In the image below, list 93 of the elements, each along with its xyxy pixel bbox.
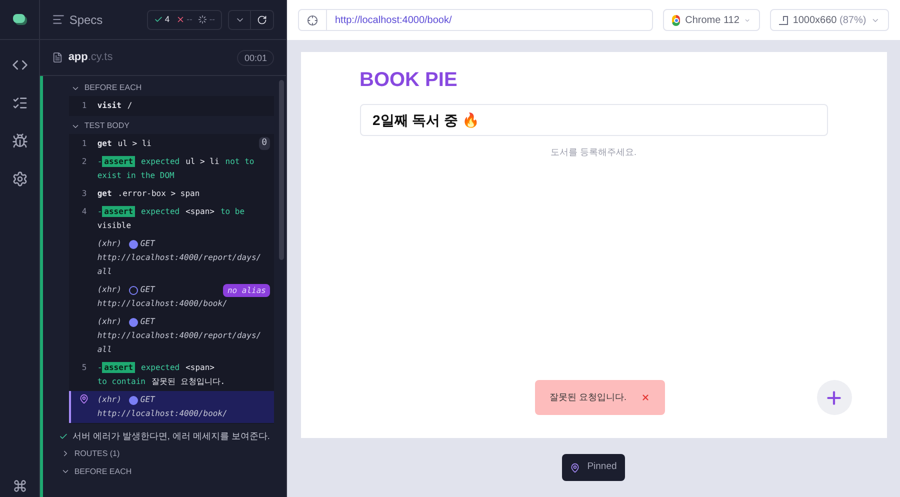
- scrollbar-thumb[interactable]: [279, 80, 284, 260]
- assert-badge: assert: [102, 362, 136, 373]
- assertion-value: visible: [97, 220, 132, 232]
- assertion-value: .error-box > span: [118, 188, 200, 200]
- assertion-value: ul > li: [186, 156, 220, 168]
- pin-icon: [570, 462, 580, 472]
- command-log-row[interactable]: 5 - assert expected <span> to contain 잘못된 요청입니다.: [69, 359, 274, 391]
- line-number: 2: [80, 156, 88, 168]
- request-method: GET: [140, 284, 155, 296]
- request-method: GET: [140, 238, 155, 250]
- file-icon: [52, 52, 64, 63]
- panel-title: Specs: [69, 12, 103, 28]
- request-method: GET: [140, 394, 155, 406]
- command-name: visit: [97, 101, 122, 110]
- command-log-row[interactable]: 3 get .error-box > span: [69, 185, 274, 203]
- ruler-icon: [779, 16, 788, 24]
- assert-badge: assert: [102, 206, 136, 217]
- browser-select[interactable]: Chrome 112: [663, 9, 760, 31]
- section-header[interactable]: BEFORE EACH: [69, 80, 142, 96]
- command-name: get: [97, 139, 112, 148]
- assertion-keyword: expected: [141, 156, 180, 168]
- alias-badge: no alias: [223, 284, 270, 296]
- assertion-value: 잘못된 요청입니다.: [151, 376, 226, 388]
- pass-icon: [154, 15, 163, 24]
- pending-count: --: [209, 13, 215, 26]
- request-type: (xhr): [97, 238, 122, 250]
- assert-marker: -: [97, 206, 102, 218]
- assert-badge: assert: [102, 156, 136, 167]
- assertion-value: ul > li: [118, 138, 152, 150]
- command-log-row[interactable]: 4 - assert expected <span> to be visible: [69, 203, 274, 235]
- section-header[interactable]: BEFORE EACH: [59, 464, 132, 480]
- xhr-log-row[interactable]: (xhr) GET http://localhost:4000/report/days/all: [69, 313, 274, 359]
- command-name: get: [97, 189, 112, 198]
- request-type: (xhr): [97, 316, 122, 328]
- fail-icon: [176, 15, 185, 24]
- assertion-keyword: expected: [141, 206, 180, 218]
- command-log-row[interactable]: 1 visit /: [69, 97, 274, 115]
- test-title[interactable]: 서버 에러가 발생한다면, 에러 메세지를 보여준다.: [72, 430, 270, 444]
- assertion-value: <span>: [186, 362, 214, 374]
- line-number: 4: [80, 206, 88, 218]
- viewport-select[interactable]: 1000x660 (87%): [770, 9, 889, 31]
- specs-list-icon[interactable]: [52, 13, 66, 26]
- passed-count: 4: [164, 13, 170, 26]
- pending-icon: [198, 15, 208, 24]
- assertion-keyword: to be: [220, 206, 245, 218]
- url-bar[interactable]: http://localhost:4000/book/: [298, 9, 653, 31]
- xhr-log-row[interactable]: (xhr) GET no alias http://localhost:4000/book/: [69, 281, 274, 313]
- command-log-row[interactable]: 1 get ul > li 0: [69, 135, 274, 153]
- line-number: 3: [80, 188, 88, 200]
- xhr-log-row[interactable]: (xhr) GET http://localhost:4000/report/days/all: [69, 235, 274, 281]
- request-url: http://localhost:4000/book/: [97, 298, 228, 310]
- assertion-value: <span>: [186, 206, 214, 218]
- reading-streak-banner: 2일째 독서 중 🔥: [360, 104, 828, 136]
- error-toast: 잘못된 요청입니다.: [534, 380, 665, 415]
- line-number: 1: [80, 100, 88, 112]
- request-type: (xhr): [97, 284, 122, 296]
- settings-icon[interactable]: [12, 171, 28, 187]
- selector-playground-icon: [307, 14, 318, 26]
- assertion-keyword: to contain: [97, 376, 146, 388]
- line-number: 1: [80, 138, 88, 150]
- pinned-badge: Pinned: [562, 454, 625, 481]
- assert-marker: -: [97, 362, 102, 374]
- empty-message: 도서를 등록해주세요.: [549, 146, 638, 159]
- command-log-row[interactable]: 2 - assert expected ul > li not to exist in the DOM: [69, 153, 274, 185]
- assertion-keyword: exist in the DOM: [97, 170, 174, 182]
- command-icon[interactable]: [12, 479, 27, 493]
- xhr-log-row[interactable]: (xhr) GET http://localhost:4000/book/: [69, 391, 274, 423]
- line-number: 5: [80, 362, 88, 374]
- assertion-keyword: not to: [225, 156, 254, 168]
- request-url: http://localhost:4000/book/: [97, 408, 228, 420]
- request-method: GET: [140, 316, 155, 328]
- app-logo-icon[interactable]: [12, 14, 27, 25]
- checklist-icon[interactable]: [12, 95, 28, 111]
- section-header[interactable]: ROUTES (1): [59, 446, 120, 462]
- assertion-value: /: [127, 100, 132, 112]
- pin-icon: [79, 394, 90, 404]
- request-url: http://localhost:4000/report/days/all: [97, 330, 262, 356]
- bug-icon[interactable]: [12, 133, 28, 149]
- duration-badge: 00:01: [237, 50, 274, 66]
- failed-count: --: [186, 13, 192, 26]
- request-url: http://localhost:4000/report/days/all: [97, 252, 262, 278]
- url-text: http://localhost:4000/book/: [335, 14, 452, 28]
- refresh-icon: [257, 14, 267, 24]
- add-book-button[interactable]: [816, 380, 852, 415]
- assert-marker: -: [97, 156, 102, 168]
- section-header[interactable]: TEST BODY: [69, 118, 130, 134]
- element-count-badge: 0: [258, 137, 270, 150]
- assertion-keyword: expected: [141, 362, 180, 374]
- spec-file-name: app.cy.ts: [68, 50, 113, 66]
- browser-logo-icon: [672, 14, 680, 26]
- app-title: BOOK PIE: [360, 68, 458, 93]
- request-type: (xhr): [97, 394, 122, 406]
- close-icon[interactable]: [640, 393, 650, 402]
